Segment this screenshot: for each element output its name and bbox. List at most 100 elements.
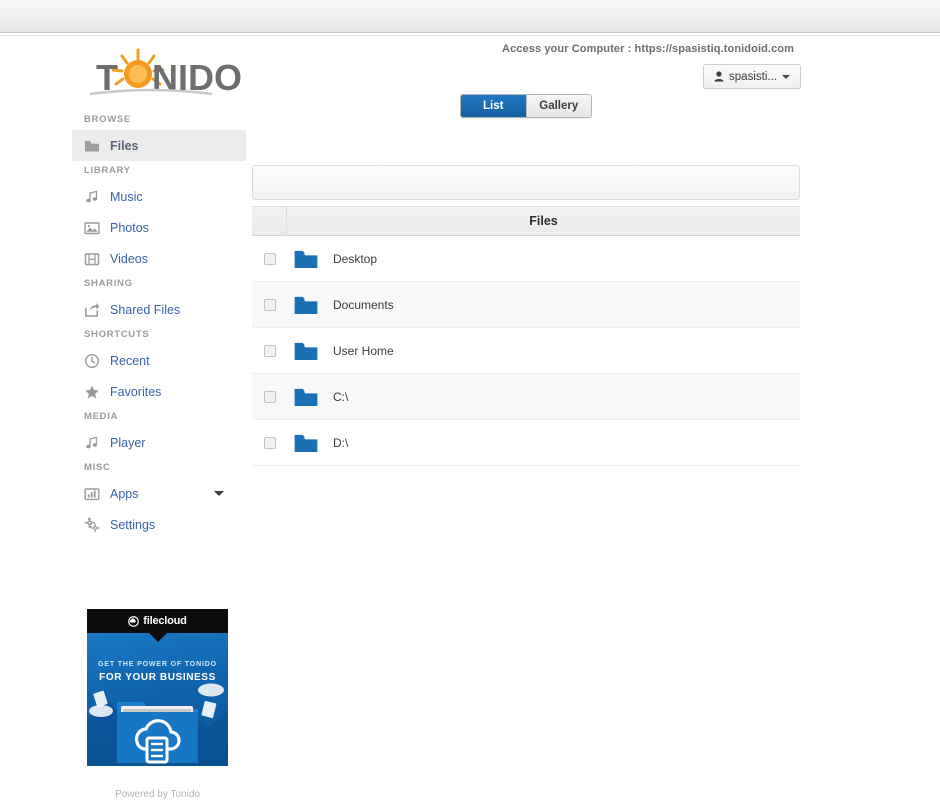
sidebar-group-title-misc: MISC bbox=[84, 462, 111, 473]
sidebar-item-shared-files[interactable]: Shared Files bbox=[72, 294, 246, 325]
user-menu-button[interactable]: spasisti... bbox=[703, 64, 801, 89]
folder-icon bbox=[287, 246, 333, 272]
music-note-icon bbox=[84, 435, 100, 451]
folder-icon bbox=[287, 430, 333, 456]
tab-gallery[interactable]: Gallery bbox=[525, 95, 591, 117]
sidebar-item-videos[interactable]: Videos bbox=[72, 243, 246, 274]
file-name-label: User Home bbox=[333, 343, 394, 358]
sidebar-item-favorites[interactable]: Favorites bbox=[72, 376, 246, 407]
sidebar-item-player[interactable]: Player bbox=[72, 427, 246, 458]
table-row[interactable]: Documents bbox=[252, 282, 800, 328]
folder-icon bbox=[294, 250, 318, 268]
clock-icon bbox=[84, 353, 100, 369]
sidebar-group-title-shortcuts: SHORTCUTS bbox=[84, 329, 150, 340]
share-icon bbox=[84, 302, 100, 318]
tonido-logo[interactable]: T NIDO bbox=[82, 46, 322, 98]
sidebar-item-music[interactable]: Music bbox=[72, 181, 246, 212]
browser-top-bar bbox=[0, 0, 940, 33]
tonido-logo-icon: T NIDO bbox=[89, 48, 242, 98]
music-note-icon bbox=[84, 189, 100, 205]
files-toolbar[interactable] bbox=[252, 165, 800, 200]
access-url-text: Access your Computer : https://spasistiq… bbox=[502, 43, 794, 55]
folder-icon bbox=[287, 384, 333, 410]
file-name-label: C:\ bbox=[333, 389, 349, 404]
row-checkbox-cell bbox=[252, 298, 287, 311]
view-mode-tabs: List Gallery bbox=[460, 94, 592, 118]
star-icon bbox=[84, 384, 100, 400]
sidebar-item-settings[interactable]: Settings bbox=[72, 509, 246, 540]
music-note-icon bbox=[86, 436, 98, 448]
table-row[interactable]: C:\ bbox=[252, 374, 800, 420]
file-name-label: D:\ bbox=[333, 435, 349, 450]
sidebar-item-label: Music bbox=[110, 189, 143, 204]
sidebar-item-label: Recent bbox=[110, 353, 150, 368]
image-icon bbox=[84, 221, 100, 234]
promo-brand-label: filecloud bbox=[143, 615, 187, 627]
row-checkbox[interactable] bbox=[263, 390, 276, 403]
row-checkbox[interactable] bbox=[263, 436, 276, 449]
sidebar: BROWSE Files LIBRARY Music Photos Videos S… bbox=[72, 110, 246, 540]
chevron-down-icon[interactable] bbox=[214, 491, 224, 496]
folder-icon bbox=[294, 388, 318, 406]
sidebar-item-label: Files bbox=[110, 138, 139, 153]
sidebar-group-title-library: LIBRARY bbox=[84, 165, 131, 176]
folder-icon bbox=[287, 338, 333, 364]
chevron-down-icon bbox=[781, 74, 790, 79]
promo-artwork: GET THE POWER OF TONIDO FOR YOUR BUSINES… bbox=[87, 633, 228, 766]
sidebar-item-files[interactable]: Files bbox=[72, 130, 246, 161]
chart-bars-icon bbox=[84, 486, 100, 502]
music-note-icon bbox=[86, 190, 98, 202]
sidebar-item-label: Settings bbox=[110, 517, 156, 532]
gears-icon bbox=[84, 516, 100, 533]
table-row[interactable]: Desktop bbox=[252, 236, 800, 282]
files-table-header: Files bbox=[252, 206, 800, 236]
sidebar-group-title-browse: BROWSE bbox=[84, 114, 131, 125]
star-icon bbox=[85, 385, 99, 398]
row-checkbox-cell bbox=[252, 344, 287, 357]
page-root: T NIDO Access your Computer : https://sp… bbox=[0, 36, 940, 800]
header-checkbox-column bbox=[252, 206, 287, 236]
powered-by-text: Powered by Tonido bbox=[115, 789, 200, 800]
user-icon bbox=[714, 71, 724, 82]
sidebar-item-label: Apps bbox=[110, 486, 139, 501]
folder-icon bbox=[287, 292, 333, 318]
row-checkbox[interactable] bbox=[263, 344, 276, 357]
row-checkbox[interactable] bbox=[263, 298, 276, 311]
sidebar-item-label: Shared Files bbox=[110, 302, 181, 317]
row-checkbox-cell bbox=[252, 436, 287, 449]
filecloud-promo-banner[interactable]: filecloud GET THE POWER OF TONIDO FOR YO… bbox=[87, 609, 228, 766]
promo-illustration-icon bbox=[87, 683, 228, 766]
sidebar-group-title-media: MEDIA bbox=[84, 411, 119, 422]
files-table: Files Desktop Documents User Home C:\ D:… bbox=[252, 206, 800, 466]
folder-icon bbox=[294, 342, 318, 360]
clock-icon bbox=[84, 353, 100, 368]
tab-list[interactable]: List bbox=[461, 95, 526, 117]
row-checkbox-cell bbox=[252, 390, 287, 403]
folder-icon bbox=[294, 434, 318, 452]
film-icon bbox=[84, 251, 100, 267]
gears-icon bbox=[84, 516, 100, 532]
share-icon bbox=[85, 302, 100, 317]
file-name-label: Desktop bbox=[333, 251, 378, 266]
promo-brand-bar: filecloud bbox=[87, 609, 228, 633]
sidebar-item-photos[interactable]: Photos bbox=[72, 212, 246, 243]
sidebar-item-label: Player bbox=[110, 435, 146, 450]
promo-notch-icon bbox=[148, 633, 167, 642]
table-row[interactable]: User Home bbox=[252, 328, 800, 374]
folder-icon bbox=[84, 138, 100, 154]
chart-bars-icon bbox=[84, 487, 100, 500]
sidebar-item-label: Photos bbox=[110, 220, 149, 235]
filecloud-logo-icon bbox=[128, 615, 140, 627]
table-row[interactable]: D:\ bbox=[252, 420, 800, 466]
folder-icon bbox=[85, 140, 99, 151]
sidebar-item-recent[interactable]: Recent bbox=[72, 345, 246, 376]
image-icon bbox=[84, 220, 100, 236]
row-checkbox-cell bbox=[252, 252, 287, 265]
sidebar-item-apps[interactable]: Apps bbox=[72, 478, 246, 509]
folder-icon bbox=[294, 296, 318, 314]
file-name-label: Documents bbox=[333, 297, 394, 312]
header-files-label: Files bbox=[529, 214, 558, 228]
user-menu-label: spasisti... bbox=[729, 70, 777, 83]
film-icon bbox=[84, 252, 100, 265]
row-checkbox[interactable] bbox=[263, 252, 276, 265]
